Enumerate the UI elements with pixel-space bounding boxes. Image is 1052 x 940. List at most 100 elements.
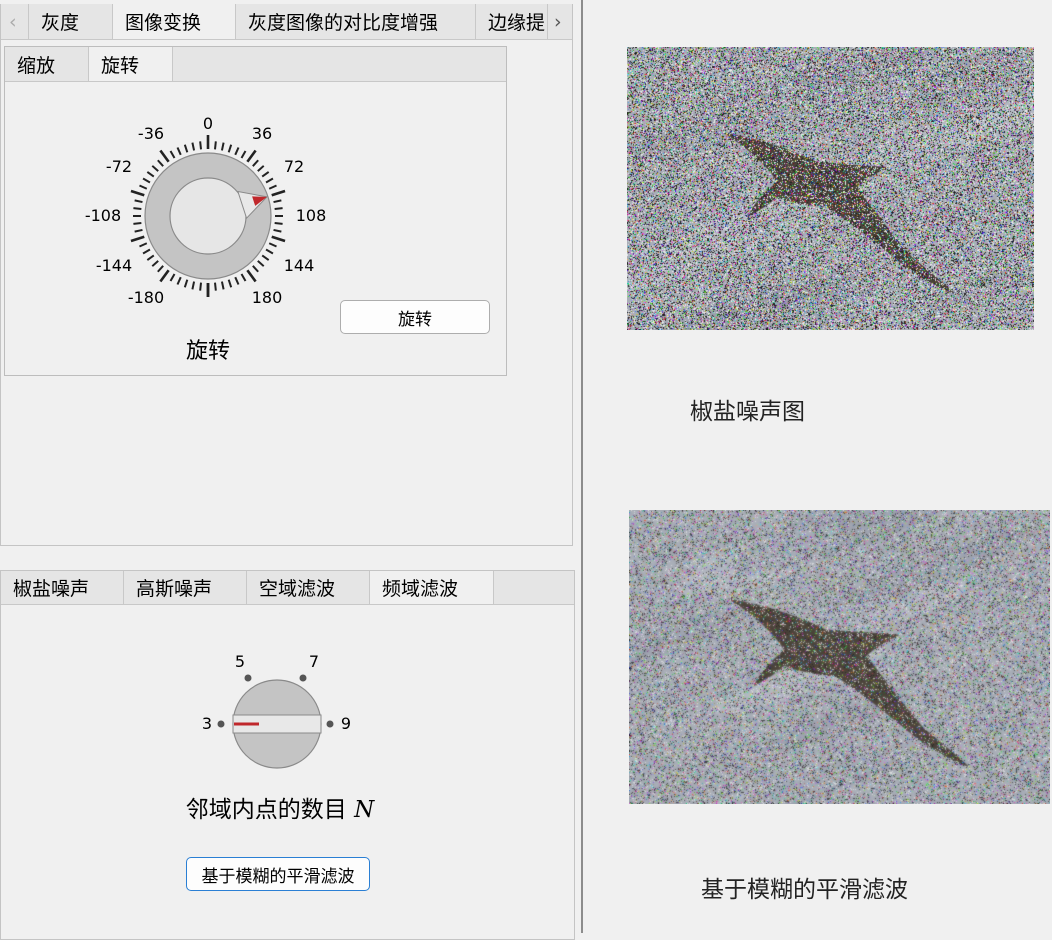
rotate-tick-mark (222, 143, 224, 151)
rotate-tick-label-neg72: -72 (106, 157, 132, 176)
tab-image-transform[interactable]: 图像变换 (113, 4, 236, 39)
rotate-tick-mark (235, 147, 238, 154)
tab-scale[interactable]: 缩放 (5, 47, 89, 81)
neighbor-count-knob[interactable]: 3 5 7 9 (190, 645, 370, 780)
tab-rotate[interactable]: 旋转 (89, 47, 173, 81)
noisy-image (627, 47, 1034, 330)
rotate-knob-title: 旋转 (168, 333, 248, 365)
tab-grayscale[interactable]: 灰度 (29, 4, 113, 39)
rotate-tick-mark (258, 166, 264, 171)
rotate-tick-mark (262, 255, 268, 260)
rotate-tick-mark (253, 160, 258, 166)
rotate-tick-mark (229, 145, 231, 153)
rotate-tick-mark (147, 172, 153, 177)
rotate-tick-label-neg36: -36 (138, 124, 164, 143)
rotate-tick-mark (272, 237, 285, 241)
tab-label: 灰度图像的对比度增强 (248, 8, 438, 35)
option-dot-9 (327, 721, 334, 728)
tab-label: 旋转 (101, 51, 139, 78)
option-dot-3 (218, 721, 225, 728)
tab-label: 缩放 (17, 51, 55, 78)
rotate-tick-mark (192, 143, 194, 151)
tab-scroll-left[interactable]: ‹ (1, 4, 29, 39)
option-label-3: 3 (202, 714, 212, 733)
rotate-tick-mark (275, 208, 283, 209)
rotate-tick-mark (139, 185, 146, 188)
rotate-tick-mark (274, 200, 282, 202)
rotate-button[interactable]: 旋转 (340, 300, 490, 334)
rotate-tick-label-108: 108 (296, 206, 327, 225)
noise-tab-bar: 椒盐噪声 高斯噪声 空域滤波 频域滤波 (1, 571, 574, 605)
rotate-tick-mark (247, 270, 255, 281)
rotate-tick-mark (200, 283, 201, 291)
rotate-tick-mark (269, 185, 276, 188)
rotate-tick-label-neg144: -144 (96, 256, 132, 275)
main-tab-bar: ‹ 灰度 图像变换 灰度图像的对比度增强 边缘提 › (1, 4, 572, 40)
rotate-tick-mark (135, 200, 143, 202)
rotate-tick-label-0: 0 (203, 114, 213, 133)
tab-scroll-right[interactable]: › (548, 4, 572, 39)
tab-label: 图像变换 (125, 8, 201, 35)
rotate-tick-mark (247, 150, 255, 161)
rotate-tick-mark (160, 270, 168, 281)
tab-edge-detection[interactable]: 边缘提 (476, 4, 548, 39)
rotate-tick-mark (133, 223, 141, 224)
option-label-7: 7 (309, 652, 319, 671)
tab-spatial-filter[interactable]: 空域滤波 (247, 571, 370, 604)
rotate-tick-mark (143, 250, 150, 254)
rotate-tick-label-36: 36 (252, 124, 272, 143)
rotate-tick-mark (269, 243, 276, 246)
rotate-tick-mark (171, 151, 175, 158)
tab-label: 椒盐噪声 (13, 574, 89, 601)
rotate-tick-mark (143, 179, 150, 183)
rotate-tick-mark (253, 266, 258, 272)
rotate-tick-mark (185, 280, 187, 288)
tab-label: 边缘提 (488, 8, 545, 35)
rotate-tick-mark (200, 141, 201, 149)
rotate-tick-mark (133, 208, 141, 209)
rotate-tick-mark (262, 172, 268, 177)
rotate-tick-mark (131, 191, 144, 195)
rotate-tick-mark (274, 230, 282, 232)
rotate-knob-center (170, 178, 246, 254)
rotate-tick-mark (222, 282, 224, 290)
rotate-tick-mark (235, 277, 238, 284)
rotate-tick-mark (147, 255, 153, 260)
tab-salt-pepper-noise[interactable]: 椒盐噪声 (1, 571, 124, 604)
tab-contrast-enhancement[interactable]: 灰度图像的对比度增强 (236, 4, 476, 39)
rotate-tick-label-72: 72 (284, 157, 304, 176)
rotate-tick-mark (185, 145, 187, 153)
rotate-tick-mark (266, 179, 273, 183)
rotate-tick-label-neg180: -180 (128, 288, 164, 307)
rotate-tick-mark (229, 280, 231, 288)
rotate-tick-mark (242, 274, 246, 281)
filtered-image-caption: 基于模糊的平滑滤波 (701, 870, 908, 904)
rotate-tick-label-144: 144 (284, 256, 315, 275)
rotate-knob[interactable]: 0 36 72 108 144 180 -36 -72 -108 -144 -1… (70, 100, 350, 330)
fuzzy-smoothing-button[interactable]: 基于模糊的平滑滤波 (186, 857, 370, 891)
rotate-tick-label-neg108: -108 (85, 206, 121, 225)
tab-label: 空域滤波 (259, 574, 335, 601)
rotate-tick-mark (272, 191, 285, 195)
rotate-tick-mark (177, 147, 180, 154)
option-label-5: 5 (235, 652, 245, 671)
rotate-tick-mark (152, 166, 158, 171)
rotate-tick-mark (215, 141, 216, 149)
option-dot-5 (245, 675, 252, 682)
rotate-tick-mark (266, 250, 273, 254)
noisy-image-caption: 椒盐噪声图 (690, 392, 805, 426)
rotate-tick-mark (152, 261, 158, 266)
rotate-tick-label-180: 180 (252, 288, 283, 307)
filtered-image (629, 510, 1050, 804)
rotate-tick-mark (215, 283, 216, 291)
tab-gaussian-noise[interactable]: 高斯噪声 (124, 571, 247, 604)
rotate-tick-mark (192, 282, 194, 290)
neighbor-knob-title: 邻域内点的数目 N (150, 790, 410, 824)
rotate-tick-mark (135, 230, 143, 232)
rotate-tick-mark (160, 150, 168, 161)
option-label-9: 9 (341, 714, 351, 733)
neighbor-knob-title-text: 邻域内点的数目 (186, 797, 347, 823)
transform-tab-bar: 缩放 旋转 (5, 47, 506, 82)
rotate-tick-mark (275, 223, 283, 224)
tab-frequency-filter[interactable]: 频域滤波 (370, 571, 494, 604)
